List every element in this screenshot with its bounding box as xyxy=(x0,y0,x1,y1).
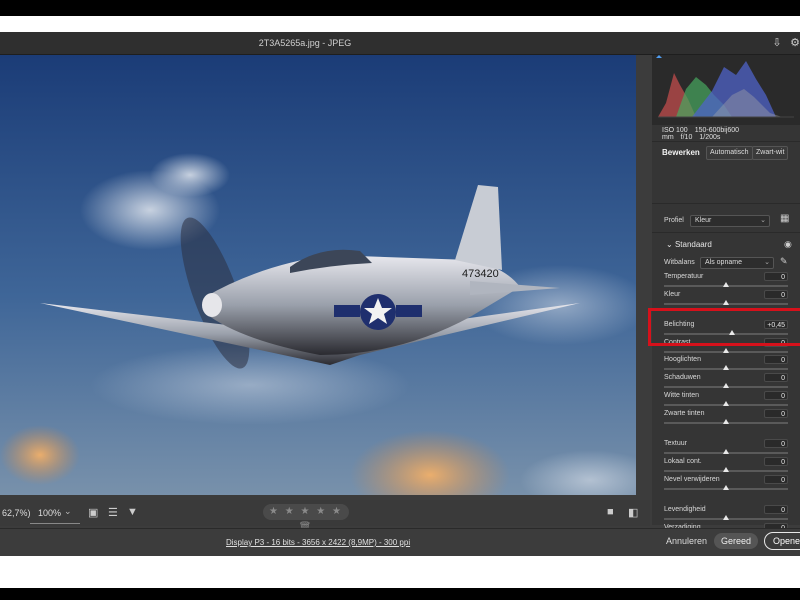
slider-value-field[interactable]: 0 xyxy=(764,373,788,382)
slider-label: Zwarte tinten xyxy=(664,410,705,417)
slider-label: Witte tinten xyxy=(664,392,700,399)
workflow-options-link[interactable]: Display P3 - 16 bits - 3656 x 2422 (8,9M… xyxy=(226,538,410,547)
slider-thumb[interactable] xyxy=(723,449,729,454)
chevron-down-icon: ⌄ xyxy=(764,259,770,266)
slider-thumb[interactable] xyxy=(723,300,729,305)
slider-value-field[interactable]: 0 xyxy=(764,272,788,281)
slider-value-field[interactable]: 0 xyxy=(764,391,788,400)
profile-label: Profiel xyxy=(664,217,684,224)
slider-label: Temperatuur xyxy=(664,273,704,280)
divider xyxy=(652,141,800,142)
view-toolbar: 62,7%) 100% ⌄ ▣ ☰ ▼ ★ ★ ★ ★ ★ 🗑 ■ ◧ xyxy=(0,500,650,533)
slider-value-field[interactable]: 0 xyxy=(764,457,788,466)
slider-thumb[interactable] xyxy=(723,467,729,472)
slider-label: Schaduwen xyxy=(664,374,701,381)
slider-thumb[interactable] xyxy=(723,485,729,490)
eyedropper-icon[interactable]: ✎ xyxy=(780,256,788,267)
profile-dropdown[interactable]: Kleur ⌄ xyxy=(690,215,770,227)
divider xyxy=(652,232,800,233)
slider-value-field[interactable]: 0 xyxy=(764,475,788,484)
adjustments-panel: ISO 100 150-600bij600 mm f/10 1/200s Bewerk… xyxy=(652,55,800,538)
tab-edit[interactable]: Bewerken xyxy=(662,148,700,157)
auto-button[interactable]: Automatisch xyxy=(706,146,753,160)
compare-view-icon[interactable]: ◧ xyxy=(628,506,638,519)
visibility-eye-icon[interactable]: ◉ xyxy=(784,239,792,250)
iso-value: ISO 100 xyxy=(662,127,688,134)
slider-value-field[interactable]: 0 xyxy=(764,355,788,364)
footer-bar: Display P3 - 16 bits - 3656 x 2422 (8,9M… xyxy=(0,528,800,557)
image-preview[interactable]: 473420 xyxy=(0,55,636,495)
gallery-icon[interactable]: ▣ xyxy=(88,506,98,519)
exif-info: ISO 100 150-600bij600 mm f/10 1/200s xyxy=(662,127,800,141)
slider-label: Kleur xyxy=(664,291,681,298)
profile-value: Kleur xyxy=(695,217,712,224)
slider-thumb[interactable] xyxy=(723,365,729,370)
slider-label: Lokaal cont. xyxy=(664,458,702,465)
slider-thumb[interactable] xyxy=(723,348,729,353)
slider-value-field[interactable]: 0 xyxy=(764,290,788,299)
cancel-button[interactable]: Annuleren xyxy=(666,536,707,546)
white-balance-value: Als opname xyxy=(705,259,742,266)
histogram xyxy=(652,55,800,125)
tail-code: 473420 xyxy=(462,268,499,280)
slider-label: Hooglichten xyxy=(664,356,701,363)
chevron-down-icon: ⌄ xyxy=(666,240,675,249)
section-title: Standaard xyxy=(674,240,712,249)
top-margin xyxy=(0,16,800,32)
zoom-divider xyxy=(30,523,80,524)
slider-value-field[interactable]: 0 xyxy=(764,409,788,418)
profile-browser-icon[interactable]: ▦ xyxy=(780,213,789,224)
slider-thumb[interactable] xyxy=(723,282,729,287)
title-bar: 2T3A5265a.jpg - JPEG ⇩ ⚙ xyxy=(0,32,800,55)
black-white-button[interactable]: Zwart-wit xyxy=(752,146,789,160)
chevron-down-icon: ⌄ xyxy=(760,217,766,224)
shutter-value: 1/200s xyxy=(699,134,721,141)
zoom-caret-icon[interactable]: ⌄ xyxy=(64,506,72,517)
sort-icon[interactable]: ☰ xyxy=(108,506,118,519)
slider-thumb[interactable] xyxy=(723,419,729,424)
rating-stars[interactable]: ★ ★ ★ ★ ★ 🗑 xyxy=(263,504,349,533)
slider-label: Textuur xyxy=(664,440,687,447)
exposure-highlight-box xyxy=(648,308,800,346)
slider-thumb[interactable] xyxy=(723,401,729,406)
open-button[interactable]: Openen xyxy=(764,532,800,550)
bottom-margin xyxy=(0,556,800,588)
slider-label: Levendigheid xyxy=(664,506,706,513)
slider-thumb[interactable] xyxy=(723,383,729,388)
slider-value-field[interactable]: 0 xyxy=(764,505,788,514)
done-button[interactable]: Gereed xyxy=(714,533,758,549)
white-balance-label: Witbalans xyxy=(664,259,695,266)
file-title: 2T3A5265a.jpg - JPEG xyxy=(258,38,352,48)
single-view-icon[interactable]: ■ xyxy=(607,506,614,518)
slider-label: Nevel verwijderen xyxy=(664,476,720,483)
camera-raw-window: 2T3A5265a.jpg - JPEG ⇩ ⚙ 473420 62,7%) 1… xyxy=(0,32,800,557)
section-basic[interactable]: ⌄ Standaard xyxy=(666,240,712,249)
gear-icon[interactable]: ⚙ xyxy=(788,36,800,50)
export-icon[interactable]: ⇩ xyxy=(770,36,784,50)
slider-thumb[interactable] xyxy=(723,515,729,520)
slider-value-field[interactable]: 0 xyxy=(764,439,788,448)
filter-icon[interactable]: ▼ xyxy=(127,506,138,518)
white-balance-dropdown[interactable]: Als opname ⌄ xyxy=(700,257,774,269)
aperture-value: f/10 xyxy=(680,134,693,141)
divider xyxy=(652,203,800,204)
zoom-100-value[interactable]: 100% xyxy=(38,508,61,518)
edit-tabs: Bewerken Automatisch Zwart-wit xyxy=(662,146,800,160)
zoom-fit-value[interactable]: 62,7%) xyxy=(2,508,31,518)
